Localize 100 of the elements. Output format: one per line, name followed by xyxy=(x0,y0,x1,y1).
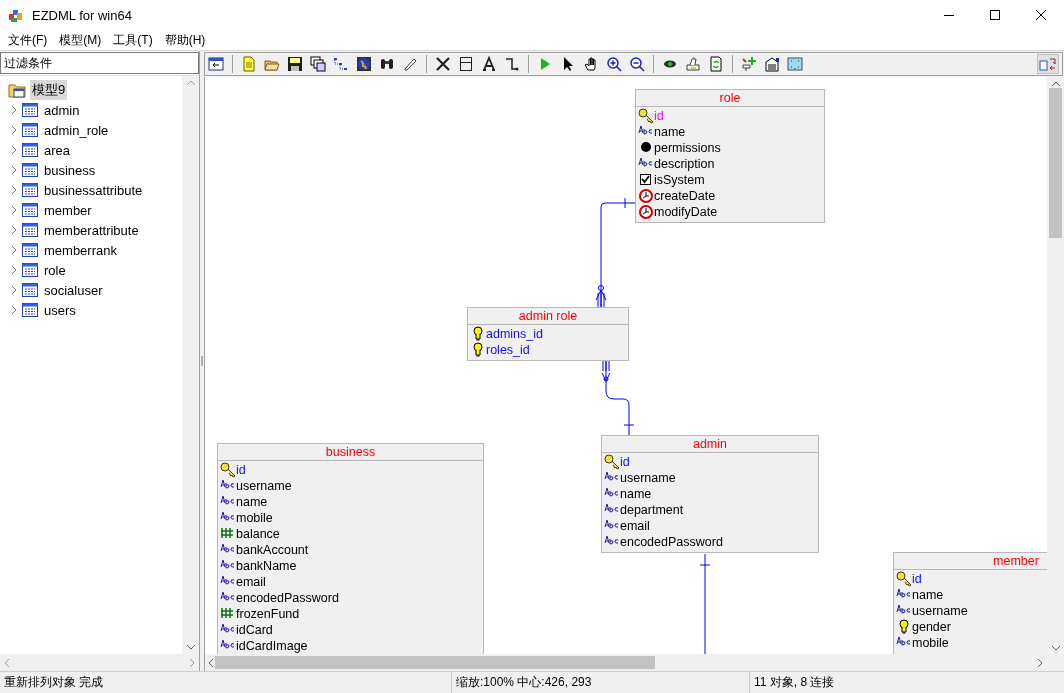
menu-item[interactable]: 文件(F) xyxy=(2,31,54,49)
key-icon xyxy=(896,571,912,587)
menu-item[interactable]: 工具(T) xyxy=(107,31,159,49)
zoom-in-icon[interactable] xyxy=(606,56,622,72)
field-name: id xyxy=(912,571,922,587)
field-name: permissions xyxy=(654,140,721,156)
close-icon[interactable] xyxy=(1036,10,1046,20)
refresh-document-icon[interactable] xyxy=(708,56,724,72)
field-name: roles_id xyxy=(486,342,530,358)
entity-title: business xyxy=(218,444,483,461)
field-name: username xyxy=(912,603,968,619)
entity-card[interactable]: business id username name mobile balance bankAccount bankName email encodedPassword frozenFund idCard idCardImage xyxy=(217,443,484,654)
tree-item[interactable]: area xyxy=(42,141,73,159)
entity-card[interactable]: role id name permissions description isSystem createDate modifyDate xyxy=(635,89,825,223)
field-name: isSystem xyxy=(654,172,705,188)
model-folder-icon xyxy=(8,82,26,98)
bulb-icon xyxy=(470,342,486,358)
app-logo-icon xyxy=(8,7,24,23)
entity-title: admin role xyxy=(468,308,628,325)
diagram-nodes-icon[interactable] xyxy=(333,56,349,72)
tree-item[interactable]: admin xyxy=(42,101,82,119)
add-tool-icon[interactable] xyxy=(741,56,757,72)
split-rectangle-icon[interactable] xyxy=(458,56,474,72)
field-name: email xyxy=(620,518,650,534)
field-name: bankName xyxy=(236,558,297,574)
table-icon xyxy=(22,283,38,297)
relationship-line[interactable] xyxy=(601,360,635,436)
scroll-left-icon[interactable] xyxy=(208,658,213,667)
table-icon xyxy=(22,143,38,157)
panel-toggle-icon[interactable] xyxy=(208,56,224,72)
connector-line-icon[interactable] xyxy=(504,56,520,72)
field-name: name xyxy=(620,486,652,502)
scroll-down-icon[interactable] xyxy=(1051,646,1060,651)
scrollbar-thumb[interactable] xyxy=(1049,88,1062,238)
tree-item[interactable]: admin_role xyxy=(42,121,111,139)
copy-windows-icon[interactable] xyxy=(310,56,326,72)
hand-icon[interactable] xyxy=(583,56,599,72)
new-file-icon[interactable] xyxy=(241,56,257,72)
field-name: bankAccount xyxy=(236,542,309,558)
entity-card[interactable]: admin role admins_id roles_id xyxy=(467,307,629,361)
relationship-line[interactable] xyxy=(595,197,636,308)
swap-panels-icon[interactable] xyxy=(1039,56,1057,72)
pencil-icon[interactable] xyxy=(402,56,418,72)
tree-item[interactable]: socialuser xyxy=(42,281,105,299)
menu-item[interactable]: 帮助(H) xyxy=(158,31,212,49)
scrollbar-thumb[interactable] xyxy=(215,656,655,669)
tree-item[interactable]: role xyxy=(42,261,68,279)
field-name: description xyxy=(654,156,715,172)
status-text: 重新排列对象 完成 xyxy=(0,672,452,693)
tree-item[interactable]: memberrank xyxy=(42,241,119,259)
field-name: encodedPassword xyxy=(620,534,723,550)
field-name: name xyxy=(654,124,686,140)
status-text: 缩放:100% 中心:426, 293 xyxy=(452,672,750,693)
tree-item[interactable]: memberattribute xyxy=(42,221,141,239)
clock-icon xyxy=(638,204,654,220)
relationship-line[interactable] xyxy=(699,553,711,654)
maximize-icon[interactable] xyxy=(990,10,1000,20)
zoom-out-icon[interactable] xyxy=(629,56,645,72)
status-text: 11 对象, 8 连接 xyxy=(753,674,836,691)
field-name: frozenFund xyxy=(236,606,300,622)
tree-item[interactable]: businessattribute xyxy=(42,181,145,199)
tree-item[interactable]: 模型9 xyxy=(30,80,68,100)
delete-icon[interactable] xyxy=(435,56,451,72)
scroll-up-icon[interactable] xyxy=(1051,81,1060,86)
filter-field[interactable]: 过滤条件 xyxy=(0,52,199,74)
field-name: username xyxy=(236,478,292,494)
save-icon[interactable] xyxy=(287,56,303,72)
table-icon xyxy=(22,203,38,217)
table-icon xyxy=(22,103,38,117)
field-name: department xyxy=(620,502,684,518)
entity-card[interactable]: admin id username name department email encodedPassword xyxy=(601,435,819,553)
field-name: admins_id xyxy=(486,326,543,342)
entity-card[interactable]: member id name username gender mobile xyxy=(893,552,1047,654)
entity-title: role xyxy=(636,90,824,107)
field-name: gender xyxy=(912,619,951,635)
tree-item[interactable]: users xyxy=(42,301,78,319)
bulb-icon xyxy=(896,619,912,635)
serif-letter-icon[interactable] xyxy=(481,56,497,72)
bulb-icon xyxy=(470,326,486,342)
tree-item[interactable]: business xyxy=(42,161,98,179)
window-title: EZDML for win64 xyxy=(32,7,132,23)
field-name: name xyxy=(912,587,944,603)
scroll-down-icon[interactable] xyxy=(186,645,195,650)
field-name: username xyxy=(620,470,676,486)
table-icon xyxy=(22,263,38,277)
field-name: encodedPassword xyxy=(236,590,339,606)
field-name: idCardImage xyxy=(236,638,308,654)
table-icon xyxy=(22,163,38,177)
globe-icon[interactable] xyxy=(356,56,372,72)
table-icon xyxy=(22,183,38,197)
menu-item[interactable]: 模型(M) xyxy=(53,31,108,49)
clock-icon xyxy=(638,188,654,204)
scroll-right-icon[interactable] xyxy=(1038,658,1043,667)
field-name: id xyxy=(236,462,246,478)
printer-icon[interactable] xyxy=(685,56,701,72)
field-name: name xyxy=(236,494,268,510)
field-name: mobile xyxy=(236,510,273,526)
fit-page-icon[interactable] xyxy=(787,56,803,72)
tree-item[interactable]: member xyxy=(42,201,94,219)
key-icon xyxy=(220,462,236,478)
